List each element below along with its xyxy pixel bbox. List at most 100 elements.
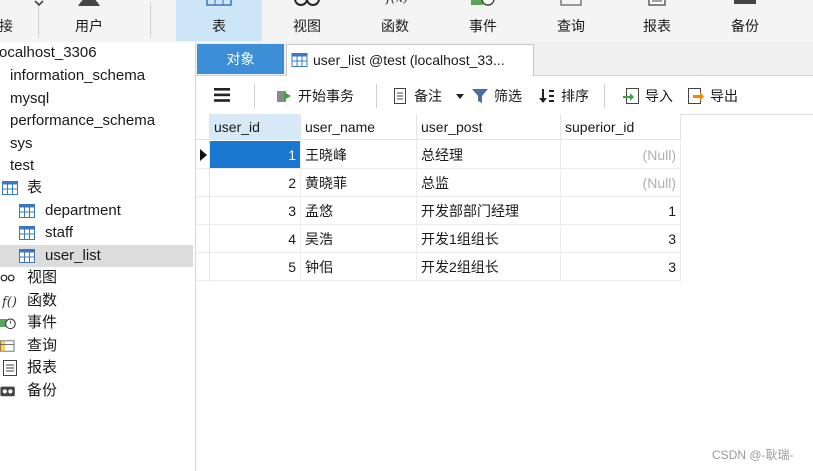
nav-group-events[interactable]: 事件	[0, 312, 193, 334]
main-toolbar: 接 用户 表 视图 f(x) 函数 事件 查询 报表 备份	[0, 0, 813, 43]
toolbar-table-button[interactable]: 表	[176, 0, 262, 41]
connection-icon	[0, 0, 19, 6]
table-cell[interactable]: 吴浩	[301, 225, 417, 253]
toolbar-query-label: 查询	[557, 18, 585, 34]
event-clock-icon	[0, 318, 16, 330]
row-indicator[interactable]	[196, 225, 210, 253]
nav-item-label: test	[10, 157, 35, 174]
column-header-user-id[interactable]: user_id	[210, 114, 301, 140]
nav-group-backups[interactable]: 备份	[0, 380, 193, 402]
current-row-arrow-icon	[200, 149, 207, 161]
toolbar-user-button[interactable]: 用户	[52, 0, 126, 41]
column-header-user-name[interactable]: user_name	[301, 114, 417, 140]
table-cell[interactable]: 孟悠	[301, 197, 417, 225]
nav-db-information-schema[interactable]: information_schema	[0, 65, 193, 87]
begin-transaction-icon	[277, 91, 291, 102]
watermark: CSDN @-耿瑞-	[712, 448, 794, 462]
table-cell[interactable]: 2	[210, 169, 301, 197]
backup-icon	[734, 0, 756, 4]
toolbar-view-label: 视图	[293, 18, 321, 34]
nav-table-staff[interactable]: staff	[0, 222, 193, 244]
report-icon	[3, 360, 17, 376]
table-cell[interactable]: 总经理	[417, 141, 561, 169]
nav-group-tables[interactable]: 表	[0, 177, 193, 199]
nav-item-label: mysql	[10, 90, 50, 107]
table-cell[interactable]: 3	[210, 197, 301, 225]
table-cell[interactable]: 开发部部门经理	[417, 197, 561, 225]
svg-text:f(x): f(x)	[385, 0, 408, 6]
svg-text:f(): f()	[2, 295, 17, 309]
toolbar-query-button[interactable]: 查询	[528, 0, 614, 41]
nav-item-label: 事件	[27, 314, 58, 331]
toolbar-report-label: 报表	[643, 18, 671, 34]
toolbar-report-button[interactable]: 报表	[614, 0, 700, 41]
query-icon	[0, 340, 15, 352]
nav-item-label: 备份	[27, 382, 58, 399]
toolbar-connection-button[interactable]: 接	[0, 0, 22, 41]
nav-group-functions[interactable]: f() 函数	[0, 290, 193, 312]
toolbar-event-button[interactable]: 事件	[440, 0, 526, 41]
toolbar-user-label: 用户	[75, 18, 103, 34]
toolbar-backup-button[interactable]: 备份	[702, 0, 788, 41]
toolbar-view-button[interactable]: 视图	[264, 0, 350, 41]
nav-group-queries[interactable]: 查询	[0, 335, 193, 357]
column-header-user-post[interactable]: user_post	[417, 114, 561, 140]
view-glasses-icon	[0, 274, 15, 282]
nav-db-performance-schema[interactable]: performance_schema	[0, 110, 193, 132]
row-indicator[interactable]	[196, 253, 210, 281]
nav-group-views[interactable]: 视图	[0, 267, 193, 289]
toolbar-function-button[interactable]: f(x) 函数	[352, 0, 438, 41]
nav-connection-localhost[interactable]: ocalhost_3306	[0, 42, 193, 64]
tab-user-list[interactable]: user_list @test (localhost_33...	[286, 44, 534, 76]
tab-objects[interactable]: 对象	[197, 44, 284, 74]
chevron-down-icon[interactable]	[456, 94, 464, 99]
sort-label: 排序	[561, 88, 589, 104]
nav-item-label: information_schema	[10, 67, 146, 84]
table-cell[interactable]: 总监	[417, 169, 561, 197]
row-indicator[interactable]	[196, 169, 210, 197]
nav-item-label: user_list	[45, 247, 101, 264]
nav-db-test[interactable]: test	[0, 155, 193, 177]
nav-group-reports[interactable]: 报表	[0, 357, 193, 379]
table-cell[interactable]: 开发2组组长	[417, 253, 561, 281]
table-icon	[19, 204, 35, 218]
nav-item-label: 表	[27, 179, 43, 196]
nav-item-label: 函数	[27, 292, 58, 309]
nav-table-department[interactable]: department	[0, 200, 193, 222]
table-cell[interactable]: (Null)	[561, 141, 681, 169]
table-cell[interactable]: 开发1组组长	[417, 225, 561, 253]
row-indicator[interactable]	[196, 141, 210, 169]
hamburger-menu-icon[interactable]	[214, 88, 230, 102]
tab-user-list-label: user_list @test (localhost_33...	[313, 52, 505, 68]
backup-icon	[0, 386, 15, 397]
nav-item-label: 报表	[27, 359, 58, 376]
table-cell[interactable]: 王晓峰	[301, 141, 417, 169]
chevron-down-icon[interactable]	[34, 0, 44, 8]
nav-item-label: department	[45, 202, 121, 219]
table-cell[interactable]: 5	[210, 253, 301, 281]
filter-label: 筛选	[494, 88, 522, 104]
export-icon	[688, 88, 704, 104]
memo-icon	[394, 88, 406, 104]
table-icon	[2, 181, 18, 195]
table-icon	[206, 0, 232, 6]
tab-bar: 对象 user_list @test (localhost_33...	[196, 42, 813, 76]
table-cell[interactable]: 黄晓菲	[301, 169, 417, 197]
nav-db-sys[interactable]: sys	[0, 133, 193, 155]
table-cell[interactable]: 3	[561, 225, 681, 253]
row-indicator[interactable]	[196, 197, 210, 225]
table-cell[interactable]: 1	[210, 141, 301, 169]
table-icon	[19, 249, 35, 263]
function-icon: f()	[2, 295, 17, 309]
function-icon: f(x)	[385, 0, 408, 6]
table-cell[interactable]: 4	[210, 225, 301, 253]
nav-table-user-list[interactable]: user_list	[0, 245, 193, 267]
table-cell[interactable]: (Null)	[561, 169, 681, 197]
nav-item-label: ocalhost_3306	[0, 44, 97, 61]
import-label: 导入	[645, 88, 673, 104]
table-cell[interactable]: 1	[561, 197, 681, 225]
table-cell[interactable]: 钟佀	[301, 253, 417, 281]
column-header-superior-id[interactable]: superior_id	[561, 114, 681, 140]
table-cell[interactable]: 3	[561, 253, 681, 281]
nav-db-mysql[interactable]: mysql	[0, 88, 193, 110]
